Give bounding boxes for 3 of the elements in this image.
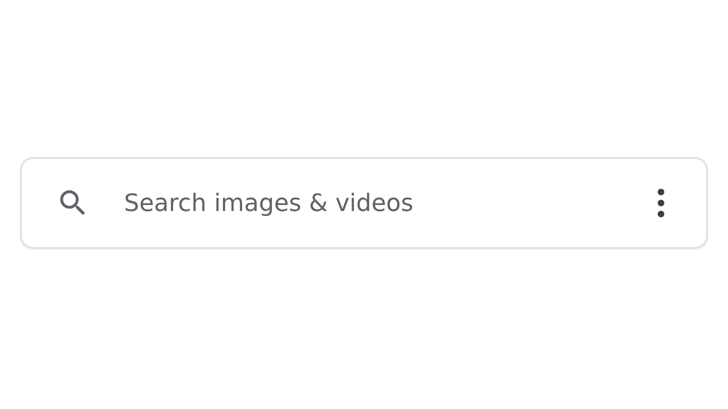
search-bar[interactable]: Search images & videos [20,157,708,249]
search-field[interactable]: Search images & videos [124,183,656,223]
more-options-icon[interactable] [656,187,666,219]
